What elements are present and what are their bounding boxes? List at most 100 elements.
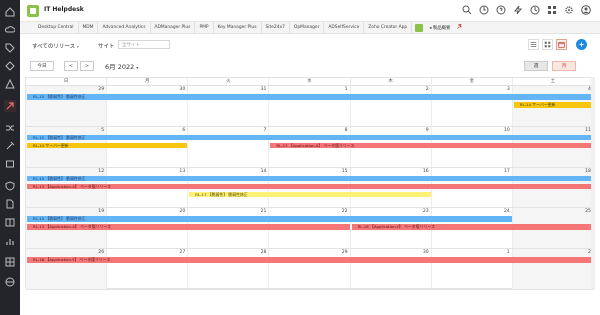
day-number: 8 [344, 127, 348, 133]
tab-3[interactable]: ADManager Plus [151, 21, 196, 34]
chevron-down-icon: ▾ [136, 65, 139, 70]
tab-0[interactable]: Desktop Central [34, 21, 79, 34]
release-event[interactable]: RL-13 【Application-X】 ベータ版リリース [270, 142, 593, 149]
month-view-button[interactable]: 月 [552, 61, 576, 71]
grid-icon[interactable] [4, 256, 16, 268]
release-event[interactable]: RL-15 【脆弱性】 脆弱性修正 [27, 134, 593, 141]
alert-icon[interactable] [4, 78, 16, 90]
week-view-button[interactable]: 週 [524, 61, 548, 71]
today-button[interactable]: 今日 [30, 61, 54, 71]
app-title: IT Helpdesk [44, 6, 84, 13]
settings-icon[interactable] [563, 4, 575, 16]
release-event[interactable]: RL-15 【脆弱性】 脆弱性修正 [27, 216, 512, 222]
release-event[interactable]: RL-13 【Application-X】 ベータ版リリース [27, 183, 593, 190]
calendar-view-button[interactable] [556, 39, 567, 50]
release-event[interactable]: RL-16 【Application-Y】 ベータ版リリース [27, 257, 593, 263]
list-icon [530, 42, 537, 47]
day-number: 25 [585, 209, 591, 215]
app-root: IT Helpdesk Desktop Central MDM Advanced A… [0, 0, 600, 315]
next-month-button[interactable]: > [80, 61, 94, 71]
add-release-button[interactable] [576, 39, 587, 50]
product-overview-link[interactable]: ◂ 製品概要 [426, 25, 453, 31]
day-number: 7 [263, 127, 267, 133]
tab-9[interactable]: Zoho Creator App [364, 21, 413, 34]
release-event[interactable]: RL-15 【脆弱性】 脆弱性修正 [27, 94, 593, 100]
tab-8[interactable]: ADSelfService [324, 21, 365, 34]
chart-icon[interactable] [4, 236, 16, 248]
grid-apps-icon[interactable] [546, 4, 558, 16]
calendar-week: 19 20 21 22 23 24 25 RL-15 【脆弱性】 脆弱性修正 RL-13 【Ap… [26, 208, 594, 250]
day-number: 21 [260, 209, 267, 215]
clock-icon[interactable] [529, 4, 541, 16]
day-number: 13 [179, 168, 186, 174]
weekday-label: 月 [107, 78, 189, 85]
filter-bar: すべてのリリース ▾ サイト 全サイト [20, 34, 600, 56]
day-number: 19 [98, 209, 105, 215]
diamond-icon[interactable] [4, 60, 16, 72]
book-icon[interactable] [4, 216, 16, 228]
help-icon[interactable] [495, 4, 507, 16]
tools-icon[interactable] [4, 140, 16, 152]
day-number: 12 [98, 168, 105, 174]
history-icon[interactable] [478, 4, 490, 16]
day-number: 16 [422, 168, 429, 174]
weekday-label: 金 [432, 78, 513, 85]
day-number: 9 [425, 127, 429, 133]
prev-month-button[interactable]: < [64, 61, 78, 71]
day-number: 3 [506, 87, 510, 92]
day-number: 4 [588, 87, 591, 92]
doc-icon[interactable] [4, 198, 16, 210]
release-event[interactable]: RL-13 【Application-X】 ベータ版リリース [27, 224, 350, 230]
box-icon[interactable] [4, 158, 16, 170]
release-event[interactable]: RL-16 【Application-Y】 ベータ版リリース [351, 224, 593, 230]
month-picker[interactable]: 6月 2022 ▾ [105, 61, 138, 71]
weekday-label: 木 [351, 78, 432, 85]
day-number: 11 [585, 127, 591, 133]
day-number: 24 [503, 209, 510, 215]
day-number: 29 [341, 250, 348, 256]
day-number: 31 [260, 87, 267, 92]
tab-4[interactable]: PMP [195, 21, 214, 34]
calendar-nav: 今日 < > 6月 2022 ▾ 週 月 [20, 58, 600, 74]
tab-7[interactable]: OpManager [290, 21, 325, 34]
tab-6[interactable]: Site24x7 [262, 21, 290, 34]
tab-1[interactable]: MDM [79, 21, 99, 34]
shield-icon[interactable] [4, 180, 16, 192]
site-select[interactable]: 全サイト [118, 40, 170, 49]
day-number: 18 [585, 168, 591, 174]
pin-icon[interactable] [453, 23, 466, 32]
day-number: 14 [260, 168, 267, 174]
lightning-icon[interactable] [512, 4, 524, 16]
list-view-button[interactable] [528, 39, 539, 50]
cloud-icon[interactable] [4, 24, 16, 36]
day-number: 1 [506, 250, 510, 256]
release-event[interactable]: RL-15 【脆弱性】 脆弱性修正 [27, 175, 593, 182]
day-number: 2 [588, 250, 591, 256]
search-icon[interactable] [461, 4, 473, 16]
weekday-label: 水 [269, 78, 351, 85]
calendar-week: 26 27 28 29 30 1 2 RL-16 【Application-Y】 ベータ版リリ… [26, 249, 594, 290]
day-number: 1 [344, 87, 348, 92]
user-icon[interactable] [580, 4, 592, 16]
app-logo [27, 5, 39, 17]
release-event[interactable]: RL-14 サーバー更新 [513, 102, 593, 108]
plus-icon [579, 42, 584, 47]
weekday-label: 土 [513, 78, 594, 85]
release-event[interactable]: RL-17 【脆弱性】 脆弱性修正 [189, 191, 431, 198]
release-icon[interactable] [4, 100, 16, 112]
tab-5[interactable]: Key Manager Plus [214, 21, 262, 34]
app-switch-icon[interactable] [415, 23, 424, 32]
day-number: 2 [425, 87, 429, 92]
calendar-icon [558, 42, 565, 48]
home-icon[interactable] [4, 6, 16, 18]
globe-icon[interactable] [4, 276, 16, 288]
release-event[interactable]: RL-14 サーバー更新 [27, 142, 188, 149]
tab-2[interactable]: Advanced Analytics [98, 21, 151, 34]
calendar-scrollbar[interactable] [591, 77, 595, 289]
release-scope-select[interactable]: すべてのリリース ▾ [32, 42, 79, 50]
grid-icon [544, 41, 551, 48]
grid-view-button[interactable] [542, 39, 553, 50]
day-number: 29 [98, 87, 105, 92]
shuffle-icon[interactable] [4, 122, 16, 134]
tag-icon[interactable] [4, 42, 16, 54]
